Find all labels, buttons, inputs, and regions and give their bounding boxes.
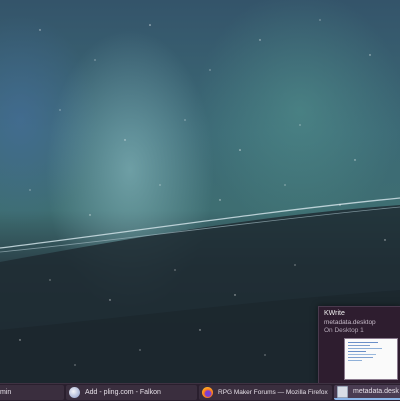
window-thumbnail[interactable] <box>344 338 398 380</box>
falkon-icon <box>69 387 80 398</box>
tooltip-desktop-label: On Desktop 1 <box>324 327 364 334</box>
tooltip-app-name: KWrite <box>324 310 345 317</box>
task-label: metadata.desk <box>353 388 399 395</box>
task-item-admin[interactable]: min <box>0 385 64 400</box>
kwrite-icon <box>337 385 348 398</box>
tooltip-file-name: metadata.desktop <box>324 319 376 326</box>
task-label: RPG Maker Forums — Mozilla Firefox <box>218 389 328 396</box>
task-label: Add - pling.com - Falkon <box>85 389 161 396</box>
window-preview-tooltip[interactable]: KWrite metadata.desktop On Desktop 1 <box>318 306 400 384</box>
taskbar: min Add - pling.com - Falkon RPG Maker F… <box>0 383 400 401</box>
task-item-kwrite[interactable]: metadata.desk <box>334 385 400 400</box>
firefox-icon <box>202 387 213 398</box>
task-label: min <box>0 389 12 396</box>
task-item-firefox[interactable]: RPG Maker Forums — Mozilla Firefox <box>199 385 332 400</box>
task-item-falkon[interactable]: Add - pling.com - Falkon <box>66 385 197 400</box>
